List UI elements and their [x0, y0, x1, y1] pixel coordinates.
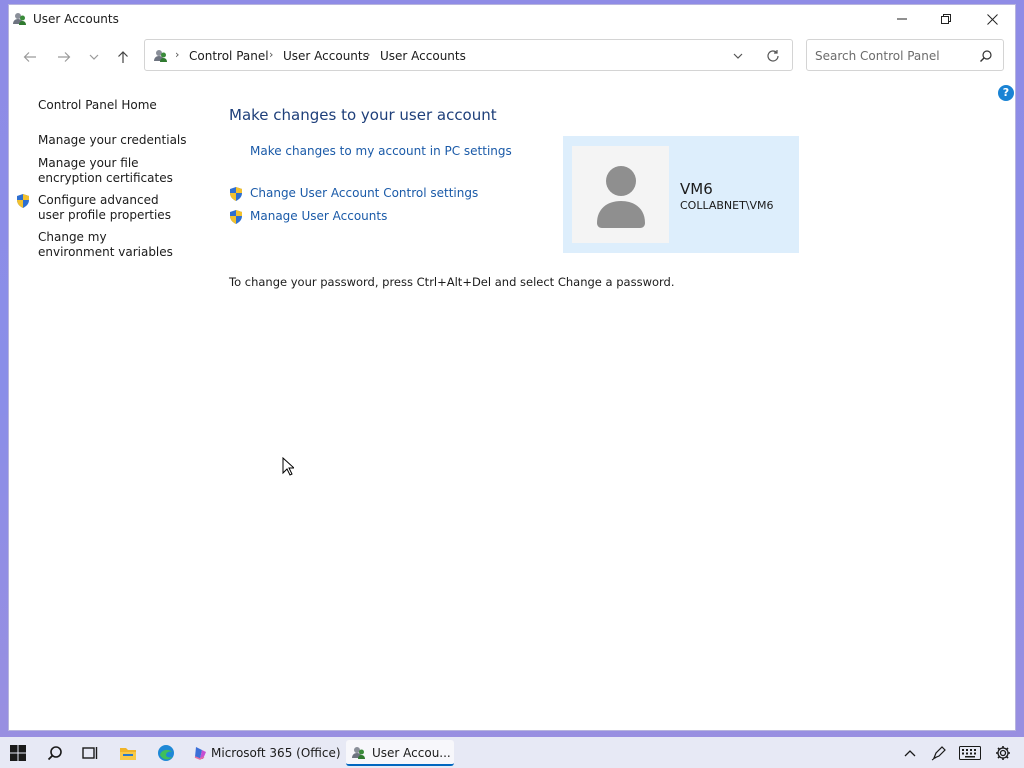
forward-arrow-icon	[58, 52, 71, 62]
mouse-cursor-icon	[282, 457, 294, 476]
settings-button[interactable]	[993, 743, 1013, 763]
sidebar-link-encryption[interactable]: Manage your file encryption certificates	[38, 156, 190, 186]
restore-button[interactable]	[923, 5, 969, 33]
breadcrumb-user-accounts[interactable]: User Accounts	[283, 49, 369, 63]
show-hidden-icons-button[interactable]	[900, 743, 920, 763]
back-arrow-icon	[23, 52, 36, 62]
title-bar: User Accounts	[9, 5, 1015, 33]
breadcrumb-separator: ›	[269, 48, 274, 61]
user-avatar-icon	[597, 166, 645, 228]
search-input[interactable]: Search Control Panel	[806, 39, 1004, 71]
taskbar-app-label: User Accou...	[372, 746, 451, 760]
address-bar[interactable]: › Control Panel › User Accounts › User A…	[144, 39, 793, 71]
search-icon	[47, 746, 62, 761]
uac-shield-icon	[230, 210, 242, 224]
taskbar: Microsoft 365 (Office) User Accou...	[0, 737, 1024, 768]
uac-shield-icon	[230, 187, 242, 201]
breadcrumb-separator: ›	[175, 48, 180, 61]
control-panel-home-link[interactable]: Control Panel Home	[38, 98, 157, 113]
edge-button[interactable]	[156, 743, 176, 763]
account-name: VM6	[680, 180, 713, 198]
recent-locations-button[interactable]	[83, 47, 105, 67]
uac-shield-icon	[17, 194, 29, 208]
task-view-button[interactable]	[80, 743, 100, 763]
avatar	[572, 146, 669, 243]
account-card: VM6 COLLABNET\VM6	[563, 136, 799, 253]
minimize-button[interactable]	[879, 5, 925, 33]
search-placeholder: Search Control Panel	[815, 49, 940, 63]
breadcrumb-separator: ›	[366, 48, 371, 61]
user-accounts-icon	[352, 747, 365, 759]
up-arrow-icon	[118, 51, 128, 63]
minimize-icon	[897, 18, 907, 20]
taskbar-app-label: Microsoft 365 (Office)	[211, 746, 341, 760]
navigation-toolbar: › Control Panel › User Accounts › User A…	[9, 39, 1015, 75]
control-panel-icon	[154, 50, 167, 62]
pen-icon	[931, 746, 946, 761]
uac-settings-link[interactable]: Change User Account Control settings	[250, 186, 478, 200]
file-explorer-button[interactable]	[118, 743, 138, 763]
start-icon	[10, 745, 26, 761]
taskbar-search-button[interactable]	[45, 743, 65, 763]
task-view-icon	[82, 747, 98, 759]
chevron-up-icon	[904, 750, 916, 757]
forward-button[interactable]	[53, 47, 75, 67]
sidebar-link-environment-variables[interactable]: Change my environment variables	[38, 230, 178, 260]
breadcrumb-current[interactable]: User Accounts	[380, 49, 466, 63]
address-dropdown-icon[interactable]	[733, 53, 743, 60]
start-button[interactable]	[8, 743, 28, 763]
chevron-down-icon	[89, 54, 99, 60]
search-icon[interactable]	[979, 49, 993, 63]
close-icon	[986, 13, 998, 25]
page-title: Make changes to your user account	[229, 106, 497, 124]
gear-icon	[996, 746, 1010, 760]
account-domain-user: COLLABNET\VM6	[680, 199, 774, 212]
keyboard-icon	[959, 746, 981, 760]
restore-icon	[941, 14, 951, 24]
user-accounts-window: User Accounts › Control Panel › User Acc…	[8, 4, 1016, 731]
taskbar-app-user-accounts[interactable]: User Accou...	[346, 740, 454, 766]
window-title: User Accounts	[33, 12, 119, 26]
taskbar-app-microsoft-365[interactable]: Microsoft 365 (Office)	[188, 740, 341, 766]
edge-icon	[158, 745, 174, 761]
sidebar-link-credentials[interactable]: Manage your credentials	[38, 133, 188, 148]
sidebar-link-profile-properties[interactable]: Configure advanced user profile properti…	[38, 193, 180, 223]
touch-keyboard-button[interactable]	[958, 743, 982, 763]
up-button[interactable]	[112, 47, 134, 67]
pen-menu-button[interactable]	[929, 743, 949, 763]
back-button[interactable]	[19, 47, 41, 67]
user-accounts-icon	[13, 13, 26, 25]
pc-settings-link[interactable]: Make changes to my account in PC setting…	[250, 144, 512, 158]
close-button[interactable]	[969, 5, 1015, 33]
file-explorer-icon	[120, 748, 136, 760]
manage-user-accounts-link[interactable]: Manage User Accounts	[250, 209, 387, 223]
help-icon[interactable]: ?	[998, 85, 1014, 101]
microsoft-365-icon	[194, 747, 206, 760]
refresh-icon[interactable]	[766, 49, 780, 63]
breadcrumb-control-panel[interactable]: Control Panel	[189, 49, 269, 63]
password-note: To change your password, press Ctrl+Alt+…	[229, 275, 675, 289]
